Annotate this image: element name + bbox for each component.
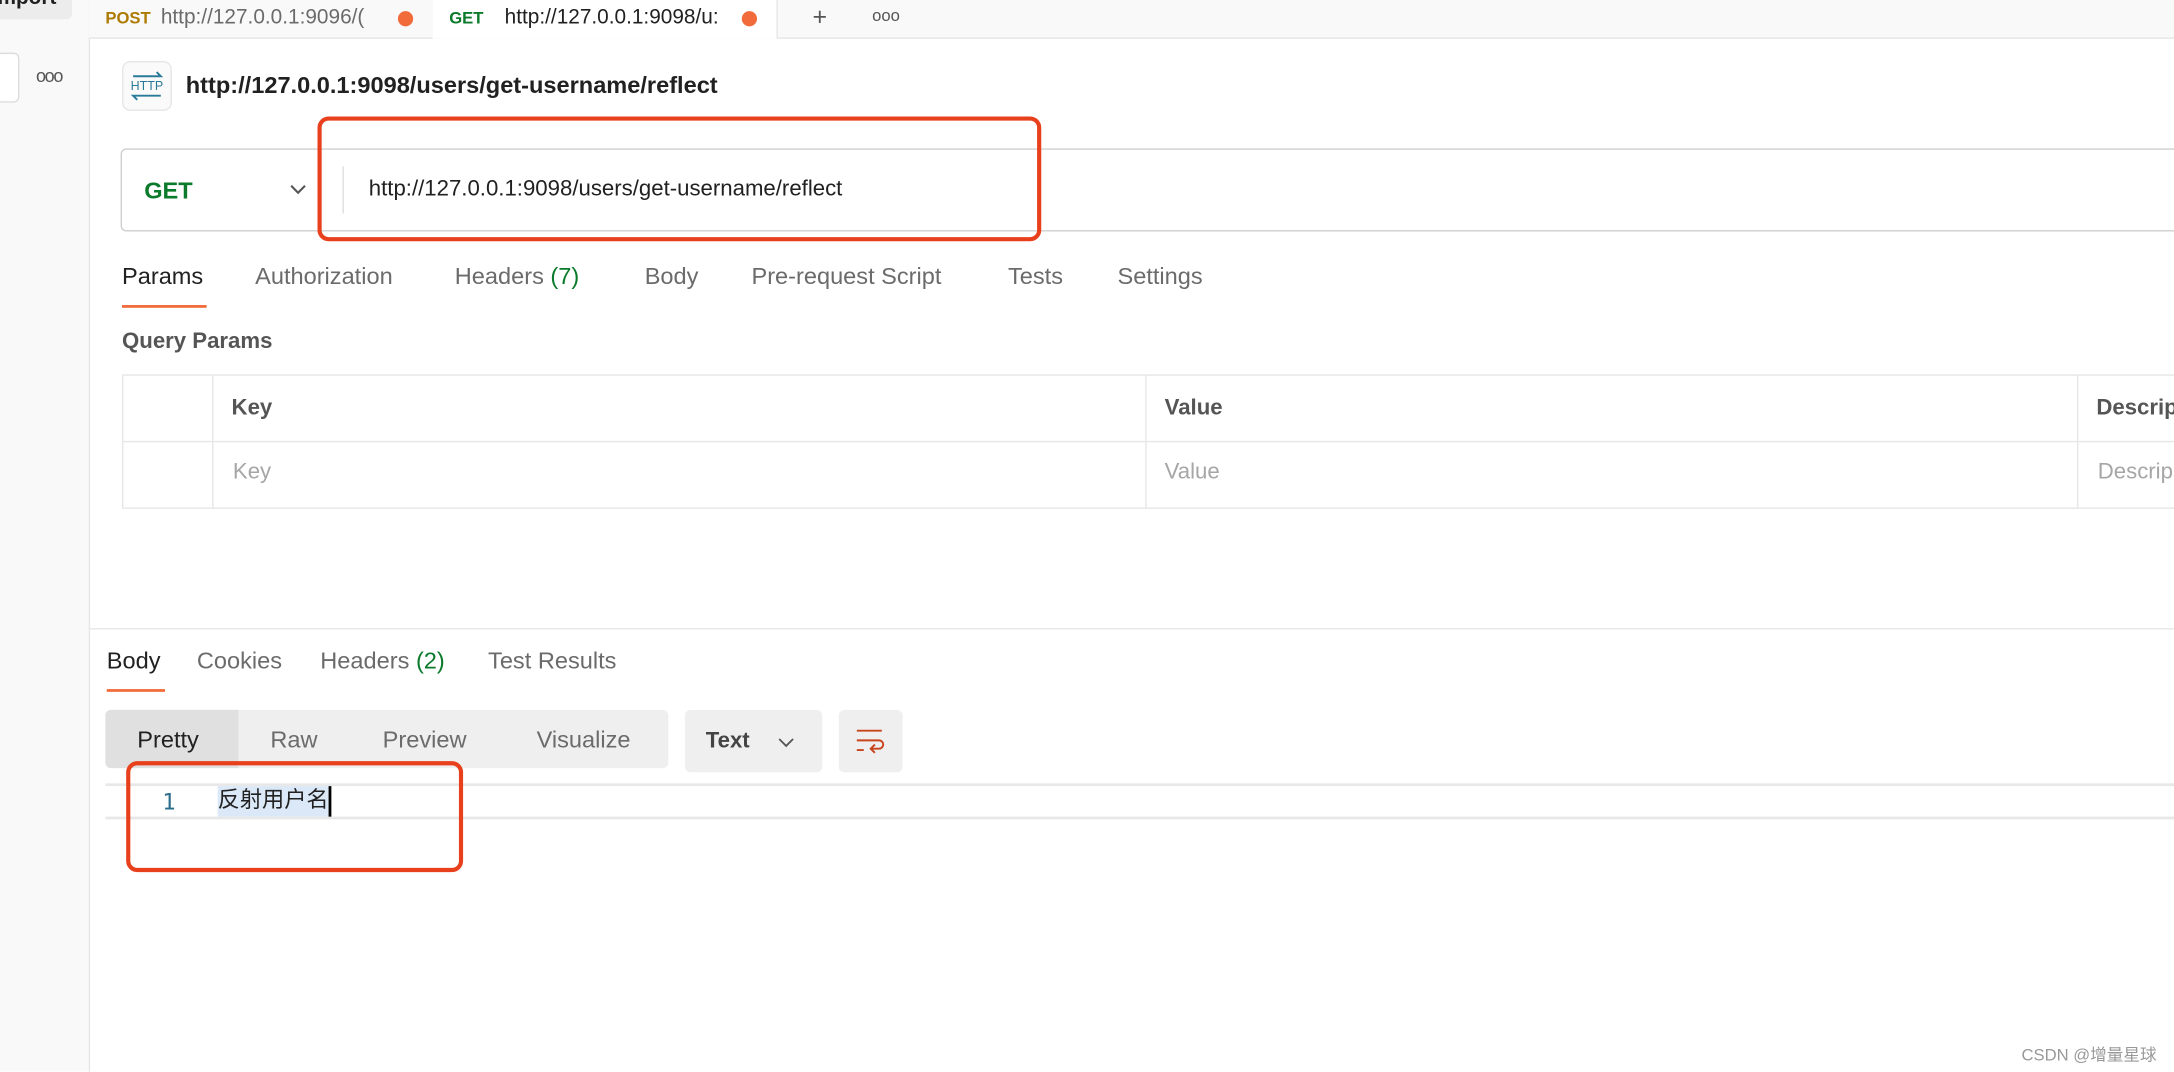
import-label: Import: [0, 0, 56, 10]
key-input[interactable]: [214, 442, 1147, 508]
annotation-box-response: [126, 761, 464, 873]
response-tab-headers[interactable]: Headers (2): [320, 647, 444, 675]
query-params-label: Query Params: [122, 329, 273, 354]
active-tab-indicator: [122, 305, 207, 308]
view-preview[interactable]: Preview: [383, 727, 467, 755]
format-label: Text: [705, 729, 750, 753]
request-tab-get[interactable]: GET http://127.0.0.1:9098/u:: [432, 0, 778, 39]
format-dropdown[interactable]: Text: [684, 709, 823, 773]
view-visualize[interactable]: Visualize: [537, 727, 631, 755]
unsaved-dot-icon: [397, 11, 414, 27]
wrap-lines-button[interactable]: [838, 709, 903, 773]
tab-authorization[interactable]: Authorization: [255, 263, 393, 291]
annotation-box-url: [317, 116, 1042, 242]
chevron-down-icon: [290, 185, 306, 195]
unsaved-dot-icon: [741, 11, 758, 27]
request-tab-post[interactable]: POST http://127.0.0.1:9096/(: [89, 0, 434, 38]
method-select[interactable]: GET: [144, 177, 192, 205]
view-raw[interactable]: Raw: [270, 727, 317, 755]
active-tab-indicator: [106, 689, 165, 692]
tab-settings[interactable]: Settings: [1118, 263, 1203, 291]
tab-params[interactable]: Params: [122, 263, 203, 291]
watermark: CSDN @增量星球: [2021, 1045, 2157, 1065]
tab-bar: POST http://127.0.0.1:9096/( GET http://…: [88, 0, 2174, 39]
tab-url: http://127.0.0.1:9098/u:: [504, 5, 719, 30]
http-icon: HTTP: [122, 61, 172, 111]
tab-method: POST: [105, 8, 151, 28]
pane-divider[interactable]: [88, 628, 2174, 630]
tab-pre-request-script[interactable]: Pre-request Script: [751, 263, 941, 291]
table-row: Key Value Descrip: [123, 442, 2174, 508]
tab-tests[interactable]: Tests: [1008, 263, 1063, 291]
response-tab-cookies[interactable]: Cookies: [197, 647, 282, 675]
value-placeholder: Value: [1164, 460, 1220, 484]
wrap-icon: [856, 729, 885, 754]
new-tab-button[interactable]: +: [812, 3, 827, 32]
ellipsis-icon[interactable]: ooo: [36, 65, 63, 86]
key-placeholder: Key: [232, 460, 272, 484]
tab-url: http://127.0.0.1:9096/(: [160, 5, 365, 30]
chevron-down-icon: [778, 738, 794, 748]
params-table: Key Value Descrip Key Value Descrip: [122, 374, 2174, 509]
tab-body[interactable]: Body: [645, 263, 699, 291]
tab-headers[interactable]: Headers (7): [455, 263, 579, 291]
tabs-more-button[interactable]: ooo: [872, 6, 900, 25]
table-header-row: Key Value Descrip: [123, 375, 2174, 443]
view-pretty[interactable]: Pretty: [105, 709, 239, 769]
svg-text:HTTP: HTTP: [131, 79, 164, 93]
filter-input[interactable]: [0, 52, 20, 103]
tab-method: GET: [449, 8, 484, 28]
sidebar: Import ooo: [0, 0, 91, 1072]
value-input[interactable]: [1147, 442, 2079, 508]
response-tab-body[interactable]: Body: [107, 647, 161, 675]
row-checkbox-cell[interactable]: [123, 442, 214, 508]
view-mode-switcher: Pretty Raw Preview Visualize: [105, 709, 669, 769]
column-header-key: Key: [231, 396, 273, 421]
request-title: http://127.0.0.1:9098/users/get-username…: [185, 72, 718, 99]
column-header-description: Descrip: [2096, 396, 2174, 421]
description-input[interactable]: Descrip: [2098, 460, 2173, 485]
import-button[interactable]: Import: [0, 0, 73, 20]
column-header-value: Value: [1164, 396, 1223, 421]
response-tab-test-results[interactable]: Test Results: [488, 647, 616, 675]
